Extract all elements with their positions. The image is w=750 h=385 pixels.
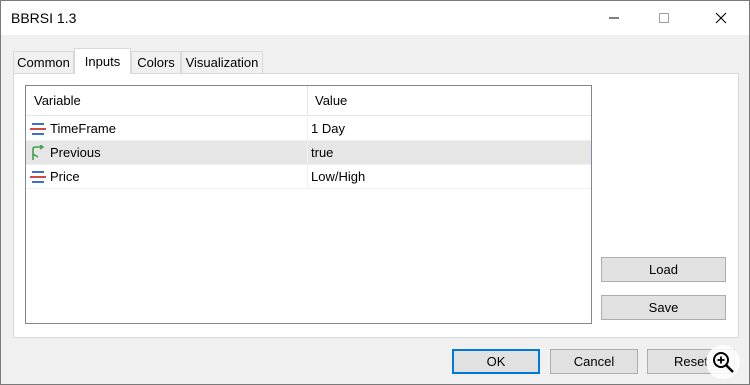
- load-button[interactable]: Load: [601, 257, 726, 282]
- enum-icon: [30, 171, 46, 183]
- tab-common[interactable]: Common: [13, 51, 74, 73]
- inputs-tab-panel: Variable Value TimeFrame 1 Day Previous …: [13, 73, 739, 338]
- cell-divider: [307, 117, 308, 141]
- table-row[interactable]: Price Low/High: [26, 165, 591, 189]
- variable-name: Price: [50, 169, 80, 184]
- tab-colors[interactable]: Colors: [131, 51, 181, 73]
- minimize-button[interactable]: [591, 1, 637, 35]
- cell-divider: [307, 141, 308, 165]
- maximize-button[interactable]: [641, 1, 687, 35]
- close-icon: [715, 12, 727, 24]
- table-row[interactable]: TimeFrame 1 Day: [26, 117, 591, 141]
- cancel-button[interactable]: Cancel: [550, 349, 638, 374]
- dialog-window: BBRSI 1.3 Common Inputs Colors Visualiza…: [0, 0, 750, 385]
- column-header-variable[interactable]: Variable: [34, 86, 81, 116]
- column-header-value[interactable]: Value: [315, 86, 347, 116]
- cell-divider: [307, 165, 308, 189]
- ok-button[interactable]: OK: [452, 349, 540, 374]
- bool-icon: [32, 145, 45, 160]
- zoom-overlay[interactable]: [706, 345, 740, 379]
- column-divider[interactable]: [307, 86, 308, 116]
- tab-visualization[interactable]: Visualization: [181, 51, 263, 73]
- title-bar: BBRSI 1.3: [1, 1, 749, 35]
- minimize-icon: [609, 17, 619, 19]
- variable-value[interactable]: true: [311, 141, 333, 165]
- zoom-in-icon: [713, 352, 734, 373]
- grid-header: Variable Value: [26, 86, 591, 116]
- table-row[interactable]: Previous true: [26, 141, 591, 165]
- variable-name: Previous: [50, 145, 101, 160]
- close-button[interactable]: [698, 1, 744, 35]
- save-button[interactable]: Save: [601, 295, 726, 320]
- variable-value[interactable]: 1 Day: [311, 117, 345, 141]
- window-title: BBRSI 1.3: [11, 10, 77, 26]
- tab-inputs[interactable]: Inputs: [74, 48, 131, 74]
- variable-value[interactable]: Low/High: [311, 165, 365, 189]
- maximize-icon: [659, 13, 669, 23]
- inputs-grid[interactable]: Variable Value TimeFrame 1 Day Previous …: [25, 85, 592, 324]
- variable-name: TimeFrame: [50, 121, 116, 136]
- enum-icon: [30, 123, 46, 135]
